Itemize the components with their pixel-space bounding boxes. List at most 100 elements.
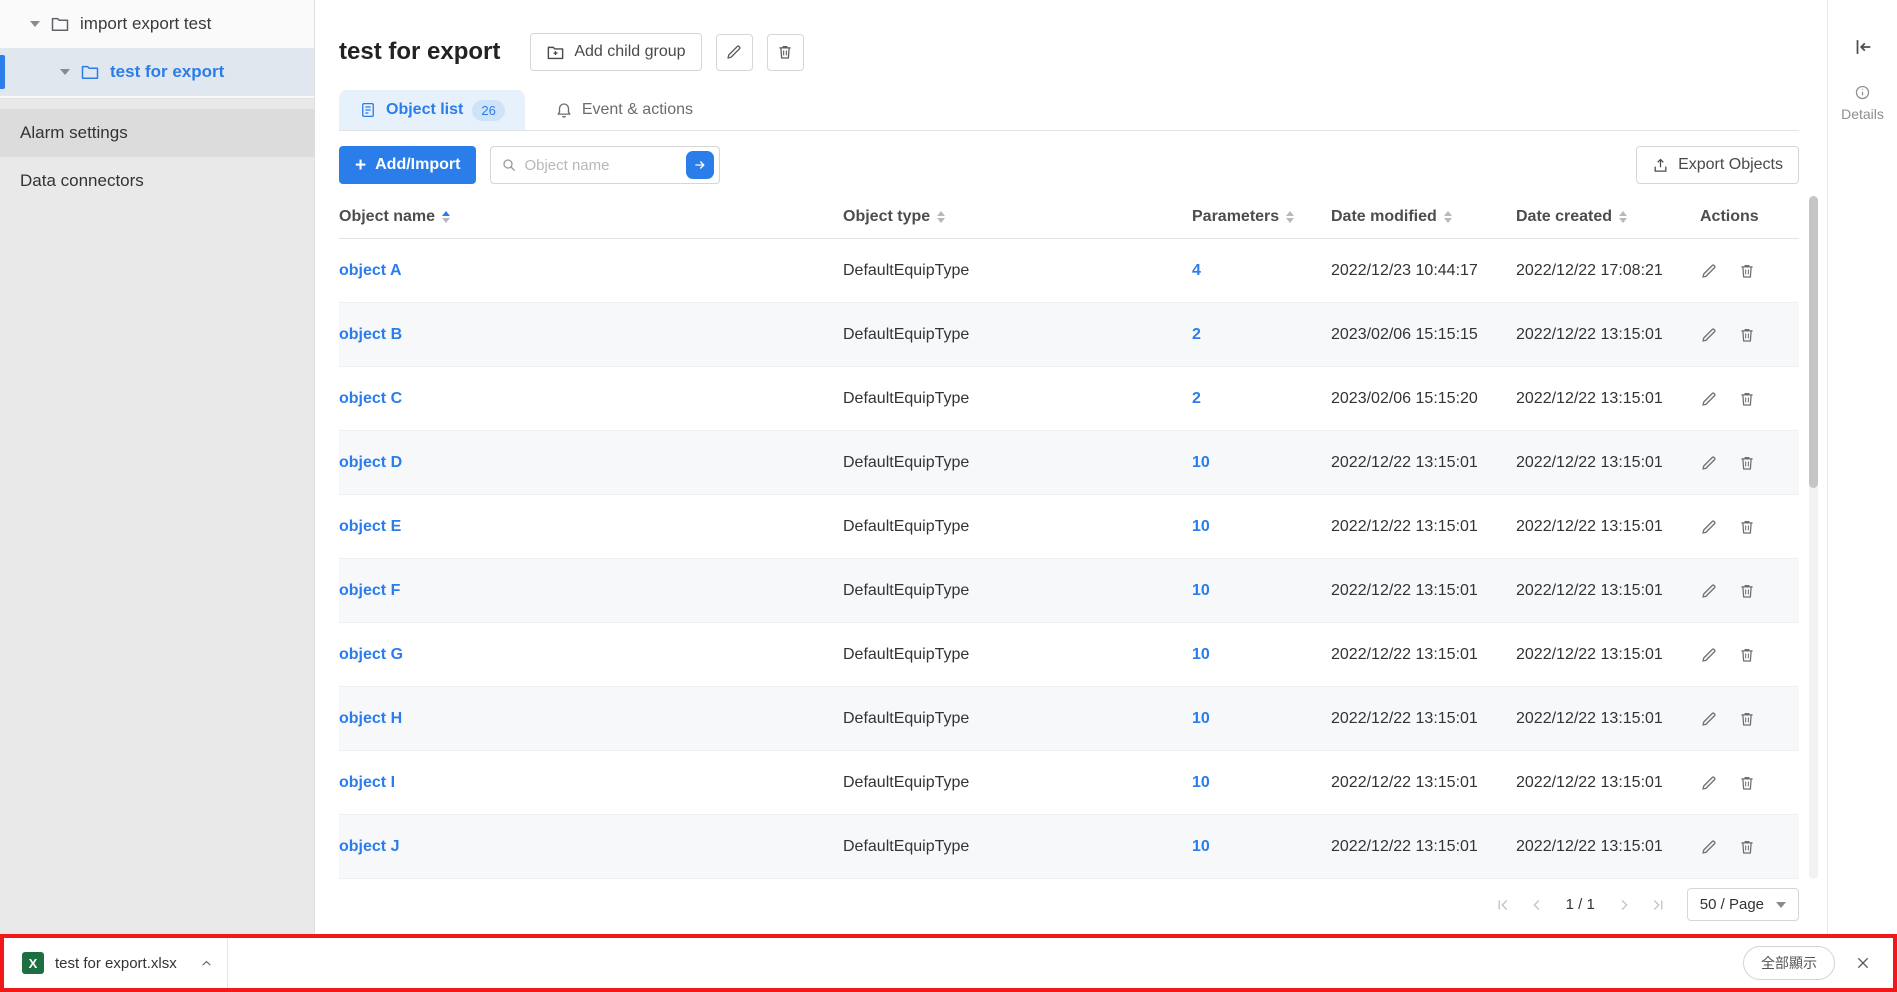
download-item[interactable]: X test for export.xlsx xyxy=(22,952,213,974)
object-name-link[interactable]: object D xyxy=(339,454,402,471)
object-name-link[interactable]: object A xyxy=(339,262,402,279)
parameters-link[interactable]: 2 xyxy=(1192,390,1201,407)
collapse-panel-icon[interactable] xyxy=(1852,36,1874,58)
parameters-link[interactable]: 10 xyxy=(1192,518,1210,535)
chevron-down-icon[interactable] xyxy=(30,21,40,27)
table-header: Object name Object type Parameters Date … xyxy=(339,196,1799,239)
table-row: object G DefaultEquipType 10 2022/12/22 … xyxy=(339,623,1799,687)
date-created-cell: 2022/12/22 13:15:01 xyxy=(1516,710,1700,728)
edit-icon[interactable] xyxy=(1700,582,1718,600)
object-name-link[interactable]: object J xyxy=(339,838,399,855)
object-name-link[interactable]: object F xyxy=(339,582,400,599)
next-page-button[interactable] xyxy=(1609,890,1639,920)
object-name-link[interactable]: object G xyxy=(339,646,403,663)
date-created-cell: 2022/12/22 13:15:01 xyxy=(1516,582,1700,600)
chevron-down-icon[interactable] xyxy=(60,69,70,75)
object-type-cell: DefaultEquipType xyxy=(843,582,1192,600)
parameters-link[interactable]: 2 xyxy=(1192,326,1201,343)
object-name-link[interactable]: object B xyxy=(339,326,402,343)
page-size-select[interactable]: 50 / Page xyxy=(1687,888,1799,921)
export-objects-button[interactable]: Export Objects xyxy=(1636,146,1799,184)
edit-icon[interactable] xyxy=(1700,262,1718,280)
sort-icon xyxy=(1619,211,1627,223)
object-name-link[interactable]: object C xyxy=(339,390,402,407)
object-name-link[interactable]: object E xyxy=(339,518,401,535)
parameters-link[interactable]: 10 xyxy=(1192,774,1210,791)
row-actions xyxy=(1700,582,1799,600)
delete-icon[interactable] xyxy=(1738,838,1756,856)
edit-icon[interactable] xyxy=(1700,390,1718,408)
tree-item-import-export-test[interactable]: import export test xyxy=(0,0,314,48)
edit-icon[interactable] xyxy=(1700,326,1718,344)
add-child-group-button[interactable]: Add child group xyxy=(530,33,701,71)
object-type-cell: DefaultEquipType xyxy=(843,390,1192,408)
table-row: object H DefaultEquipType 10 2022/12/22 … xyxy=(339,687,1799,751)
last-page-button[interactable] xyxy=(1643,890,1673,920)
page-size-value: 50 / Page xyxy=(1700,896,1764,913)
column-header-parameters[interactable]: Parameters xyxy=(1192,208,1331,226)
add-import-button[interactable]: + Add/Import xyxy=(339,146,476,184)
delete-icon[interactable] xyxy=(1738,518,1756,536)
divider xyxy=(227,938,228,988)
sidebar-item-label: Data connectors xyxy=(20,171,144,191)
date-created-cell: 2022/12/22 13:15:01 xyxy=(1516,326,1700,344)
sidebar-item-alarm-settings[interactable]: Alarm settings xyxy=(0,109,314,157)
tree-item-test-for-export[interactable]: test for export xyxy=(0,48,314,96)
edit-icon[interactable] xyxy=(1700,774,1718,792)
column-label: Object name xyxy=(339,208,435,226)
edit-icon[interactable] xyxy=(1700,838,1718,856)
delete-icon[interactable] xyxy=(1738,390,1756,408)
object-name-link[interactable]: object H xyxy=(339,710,402,727)
delete-icon[interactable] xyxy=(1738,326,1756,344)
edit-icon[interactable] xyxy=(1700,710,1718,728)
details-tab[interactable]: Details xyxy=(1841,84,1884,122)
prev-page-button[interactable] xyxy=(1522,890,1552,920)
edit-group-button[interactable] xyxy=(716,34,753,71)
tab-label: Object list xyxy=(386,101,463,119)
sort-icon xyxy=(1286,211,1294,223)
column-header-object-name[interactable]: Object name xyxy=(339,208,843,226)
sidebar: import export test test for export Alarm… xyxy=(0,0,315,934)
tab-object-list[interactable]: Object list 26 xyxy=(339,90,525,130)
sidebar-item-data-connectors[interactable]: Data connectors xyxy=(0,157,314,205)
edit-icon[interactable] xyxy=(1700,646,1718,664)
tab-event-actions[interactable]: Event & actions xyxy=(535,90,713,130)
delete-icon[interactable] xyxy=(1738,710,1756,728)
delete-icon[interactable] xyxy=(1738,646,1756,664)
column-header-date-created[interactable]: Date created xyxy=(1516,208,1700,226)
parameters-link[interactable]: 10 xyxy=(1192,646,1210,663)
table-row: object A DefaultEquipType 4 2022/12/23 1… xyxy=(339,239,1799,303)
delete-icon[interactable] xyxy=(1738,454,1756,472)
delete-icon[interactable] xyxy=(1738,582,1756,600)
object-name-cell: object I xyxy=(339,774,843,792)
table-scrollbar-thumb[interactable] xyxy=(1809,196,1818,488)
parameters-link[interactable]: 10 xyxy=(1192,582,1210,599)
column-header-object-type[interactable]: Object type xyxy=(843,208,1192,226)
parameters-link[interactable]: 10 xyxy=(1192,710,1210,727)
parameters-cell: 10 xyxy=(1192,582,1331,600)
date-modified-cell: 2022/12/22 13:15:01 xyxy=(1331,838,1516,856)
close-icon[interactable] xyxy=(1855,955,1871,971)
parameters-link[interactable]: 4 xyxy=(1192,262,1201,279)
delete-group-button[interactable] xyxy=(767,34,804,71)
date-modified-cell: 2023/02/06 15:15:15 xyxy=(1331,326,1516,344)
edit-icon[interactable] xyxy=(1700,454,1718,472)
search-submit-button[interactable] xyxy=(686,151,714,179)
parameters-link[interactable]: 10 xyxy=(1192,454,1210,471)
chevron-up-icon[interactable] xyxy=(200,957,213,970)
show-all-downloads-button[interactable]: 全部顯示 xyxy=(1743,946,1835,980)
first-page-button[interactable] xyxy=(1488,890,1518,920)
export-objects-label: Export Objects xyxy=(1678,156,1783,174)
parameters-link[interactable]: 10 xyxy=(1192,838,1210,855)
column-header-date-modified[interactable]: Date modified xyxy=(1331,208,1516,226)
group-tree: import export test test for export xyxy=(0,0,314,99)
tree-item-label: test for export xyxy=(110,62,224,82)
edit-icon[interactable] xyxy=(1700,518,1718,536)
search-input[interactable] xyxy=(524,157,679,174)
object-name-link[interactable]: object I xyxy=(339,774,395,791)
date-created-cell: 2022/12/22 13:15:01 xyxy=(1516,646,1700,664)
delete-icon[interactable] xyxy=(1738,262,1756,280)
object-name-cell: object B xyxy=(339,326,843,344)
delete-icon[interactable] xyxy=(1738,774,1756,792)
page-indicator: 1 / 1 xyxy=(1566,896,1595,913)
